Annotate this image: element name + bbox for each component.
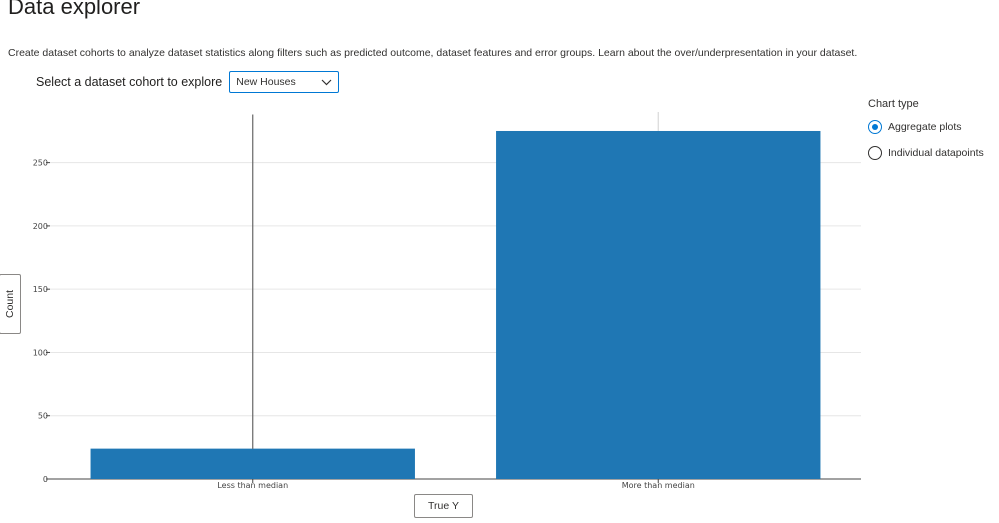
y-axis-selector-label: Count: [4, 289, 16, 319]
x-axis-selector-label: True Y: [428, 500, 459, 512]
x-axis-selector-button[interactable]: True Y: [414, 494, 473, 518]
y-tick-label: 50: [38, 412, 48, 421]
x-tick-label: More than median: [622, 481, 695, 490]
y-tick-label: 200: [33, 222, 48, 231]
y-tick-label: 150: [33, 285, 48, 294]
y-tick-label: 0: [43, 475, 48, 484]
y-tick-label: 100: [33, 348, 48, 357]
y-axis-selector-button[interactable]: Count: [0, 274, 21, 334]
bar-more-than-median: [496, 130, 821, 479]
x-tick-label: Less than median: [217, 481, 288, 490]
bar-less-than-median: [90, 448, 415, 479]
y-tick-label: 250: [33, 159, 48, 168]
count-bar-chart: 0 50 100 150 200 250 Less than median More than…: [33, 112, 861, 490]
